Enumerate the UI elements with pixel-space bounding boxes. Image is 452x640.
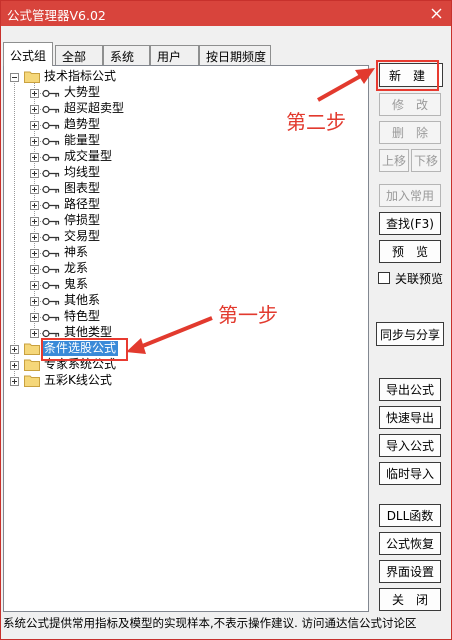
folder-icon [24, 359, 40, 371]
folder-icon [24, 375, 40, 387]
formula-key-icon [42, 137, 60, 146]
tree-node-label: 其他系 [64, 293, 101, 307]
collapse-toggle-icon[interactable] [10, 73, 19, 82]
tree-node-label: 五彩K线公式 [44, 373, 112, 387]
tab-system[interactable]: 系统 [103, 45, 150, 65]
expand-toggle-icon[interactable] [30, 281, 39, 290]
link-preview-checkbox[interactable] [378, 272, 390, 284]
preview-button[interactable]: 预 览 [379, 240, 441, 263]
expand-toggle-icon[interactable] [10, 345, 19, 354]
tree-node-label: 均线型 [64, 165, 101, 179]
formula-key-icon [42, 169, 60, 178]
formula-key-icon [42, 89, 60, 98]
tree-node-label: 神系 [64, 245, 89, 259]
tree-node-label: 交易型 [64, 229, 101, 243]
formula-key-icon [42, 281, 60, 290]
tree-node-label: 趋势型 [64, 117, 101, 131]
formula-key-icon [42, 121, 60, 130]
tree-connector [14, 78, 15, 378]
formula-key-icon [42, 313, 60, 322]
tree-node-label: 特色型 [64, 309, 101, 323]
formula-key-icon [42, 185, 60, 194]
tree-node-label: 龙系 [64, 261, 89, 275]
folder-icon [24, 343, 40, 355]
dll-function-button[interactable]: DLL函数 [379, 504, 441, 527]
formula-tree[interactable]: 技术指标公式 大势型超买超卖型趋势型能量型成交量型均线型图表型路径型停损型交易型… [3, 65, 369, 612]
formula-restore-button[interactable]: 公式恢复 [379, 532, 441, 555]
close-icon [431, 8, 441, 19]
formula-key-icon [42, 153, 60, 162]
expand-toggle-icon[interactable] [30, 313, 39, 322]
tree-node-label: 超买超卖型 [64, 101, 125, 115]
close-window-button[interactable] [421, 1, 451, 26]
formula-key-icon [42, 217, 60, 226]
tree-node-label: 路径型 [64, 197, 101, 211]
tree-node-label: 图表型 [64, 181, 101, 195]
formula-key-icon [42, 233, 60, 242]
step-one-highlight-box [41, 338, 128, 361]
link-preview-label: 关联预览 [395, 272, 444, 286]
title-bar: 公式管理器V6.02 [1, 1, 451, 26]
expand-toggle-icon[interactable] [30, 89, 39, 98]
expand-toggle-icon[interactable] [30, 153, 39, 162]
step-two-annotation: 第二步 [286, 110, 346, 134]
temp-import-button[interactable]: 临时导入 [379, 462, 441, 485]
find-button[interactable]: 查找(F3) [379, 212, 441, 235]
tree-node-label: 能量型 [64, 133, 101, 147]
tree-node-label: 鬼系 [64, 277, 89, 291]
expand-toggle-icon[interactable] [30, 217, 39, 226]
tab-all[interactable]: 全部 [55, 45, 103, 65]
move-down-button[interactable]: 下移 [411, 149, 441, 172]
tab-user[interactable]: 用户 [150, 45, 199, 65]
expand-toggle-icon[interactable] [30, 137, 39, 146]
formula-key-icon [42, 105, 60, 114]
tab-by-date-frequency[interactable]: 按日期频度 [199, 45, 271, 65]
tree-node-label: 成交量型 [64, 149, 113, 163]
modify-button[interactable]: 修 改 [379, 93, 441, 116]
step-two-highlight-box [376, 60, 439, 91]
expand-toggle-icon[interactable] [10, 361, 19, 370]
export-formula-button[interactable]: 导出公式 [379, 378, 441, 401]
sync-share-button[interactable]: 同步与分享 [376, 322, 444, 346]
expand-toggle-icon[interactable] [30, 201, 39, 210]
expand-toggle-icon[interactable] [30, 329, 39, 338]
close-button[interactable]: 关 闭 [379, 588, 441, 611]
formula-key-icon [42, 265, 60, 274]
expand-toggle-icon[interactable] [30, 233, 39, 242]
tree-node-label: 停损型 [64, 213, 101, 227]
import-formula-button[interactable]: 导入公式 [379, 434, 441, 457]
window-title: 公式管理器V6.02 [7, 8, 106, 23]
expand-toggle-icon[interactable] [30, 265, 39, 274]
tree-node-label: 大势型 [64, 85, 101, 99]
ui-settings-button[interactable]: 界面设置 [379, 560, 441, 583]
status-bar-text: 系统公式提供常用指标及模型的实现样本,不表示操作建议. 访问通达信公式讨论区 [3, 616, 417, 630]
formula-key-icon [42, 297, 60, 306]
quick-export-button[interactable]: 快速导出 [379, 406, 441, 429]
expand-toggle-icon[interactable] [30, 121, 39, 130]
delete-button[interactable]: 删 除 [379, 121, 441, 144]
move-up-button[interactable]: 上移 [379, 149, 409, 172]
expand-toggle-icon[interactable] [30, 297, 39, 306]
expand-toggle-icon[interactable] [10, 377, 19, 386]
expand-toggle-icon[interactable] [30, 105, 39, 114]
expand-toggle-icon[interactable] [30, 249, 39, 258]
formula-key-icon [42, 201, 60, 210]
expand-toggle-icon[interactable] [30, 185, 39, 194]
tree-node-label: 技术指标公式 [44, 69, 117, 83]
tab-formula-group[interactable]: 公式组 [3, 42, 53, 66]
add-to-common-button[interactable]: 加入常用 [379, 184, 441, 207]
formula-key-icon [42, 249, 60, 258]
folder-icon [24, 71, 40, 83]
step-one-annotation: 第一步 [218, 303, 278, 327]
expand-toggle-icon[interactable] [30, 169, 39, 178]
formula-key-icon [42, 329, 60, 338]
